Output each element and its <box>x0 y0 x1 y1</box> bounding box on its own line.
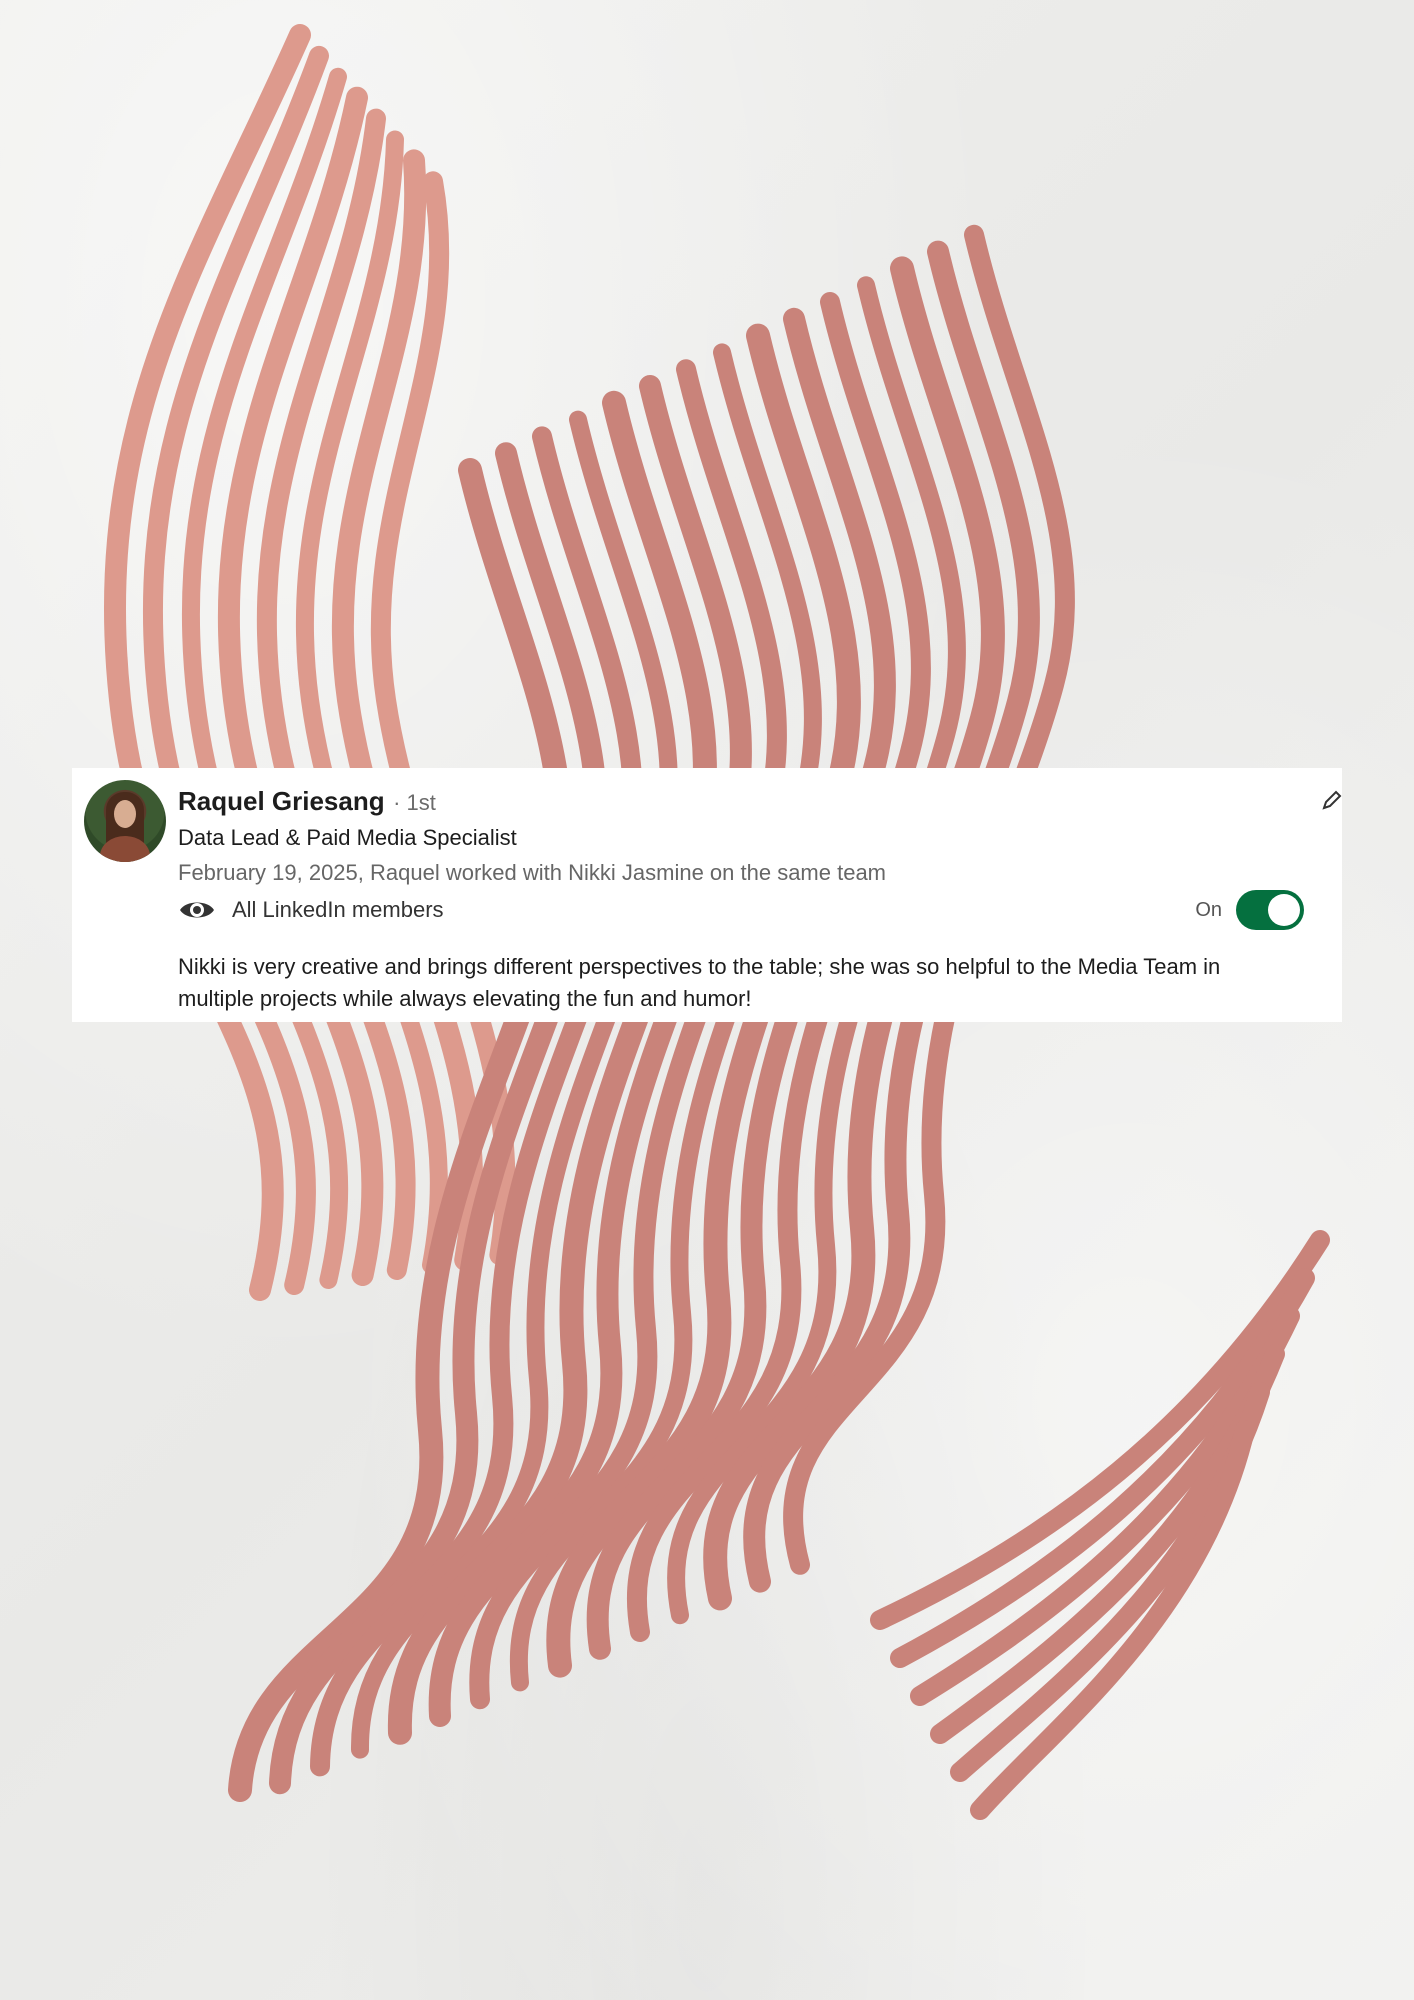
relationship-date: February 19, 2025, Raquel worked with Ni… <box>178 860 887 885</box>
visibility-toggle[interactable] <box>1236 890 1304 930</box>
toggle-state-label: On <box>1195 898 1222 921</box>
recommender-name[interactable]: Raquel Griesang <box>178 786 385 816</box>
recommendation-text: Nikki is very creative and brings differ… <box>178 954 1221 1011</box>
left-wave-strokes <box>103 24 516 1301</box>
visibility-setting: All LinkedIn members <box>178 893 444 927</box>
toggle-knob <box>1268 894 1300 926</box>
recommendation-card: Raquel Griesang · 1st Data Lead & Paid M… <box>72 768 1342 1022</box>
pencil-icon[interactable] <box>1320 790 1342 812</box>
visibility-label: All LinkedIn members <box>232 897 444 922</box>
visibility-toggle-group: On <box>1195 890 1304 930</box>
recommender-headline: Data Lead & Paid Media Specialist <box>178 825 517 850</box>
eye-icon <box>180 902 214 918</box>
avatar-face <box>114 800 136 828</box>
connection-degree: · 1st <box>393 790 436 815</box>
name-line: Raquel Griesang · 1st <box>178 786 436 817</box>
avatar[interactable] <box>84 780 166 862</box>
